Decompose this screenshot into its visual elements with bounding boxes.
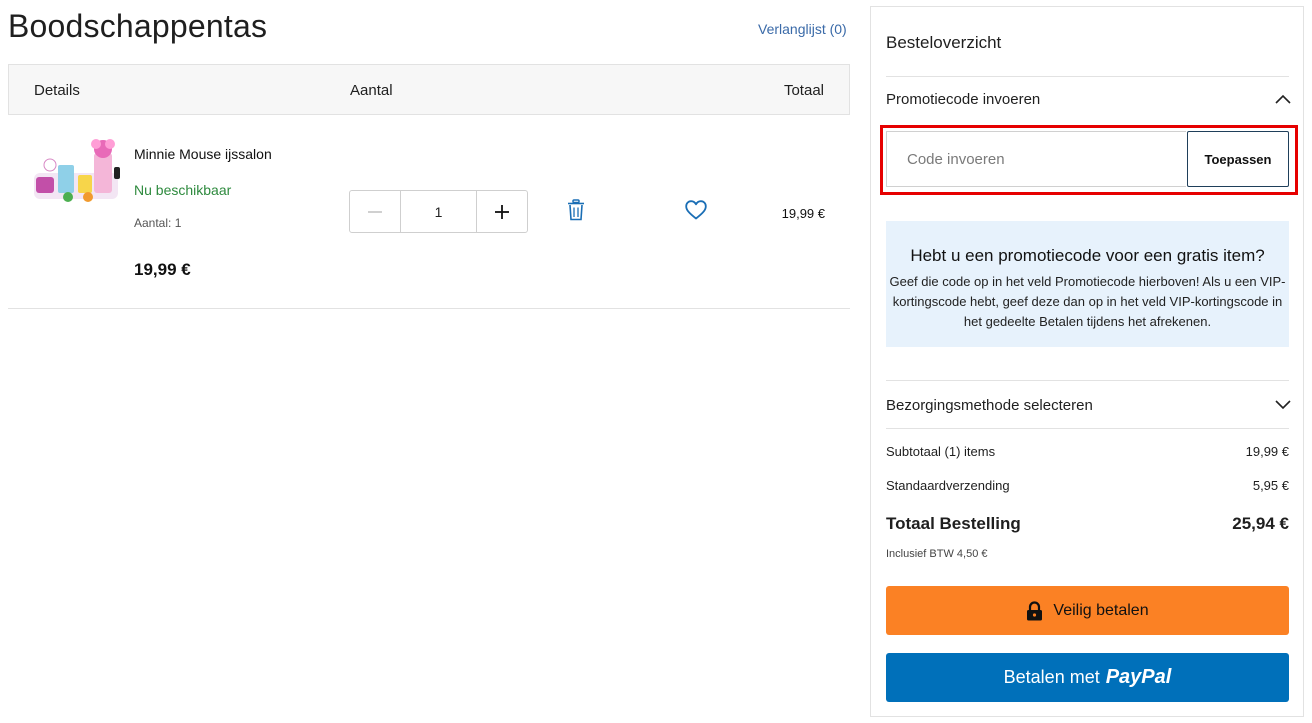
cart-item-row: Minnie Mouse ijssalon Nu beschikbaar Aan…: [8, 115, 850, 309]
delivery-method-toggle[interactable]: Bezorgingsmethode selecteren: [886, 397, 1093, 414]
wishlist-link[interactable]: Verlanglijst (0): [758, 21, 847, 37]
item-price: 19,99 €: [134, 260, 191, 279]
trash-icon[interactable]: [567, 199, 585, 221]
paypal-logo: PayPal: [1105, 666, 1172, 688]
column-header-quantity: Aantal: [350, 82, 393, 99]
row-total: 19,99 €: [781, 206, 825, 221]
order-total-line: Totaal Bestelling 25,94 €: [886, 514, 1289, 534]
divider: [886, 76, 1289, 77]
vat-note: Inclusief BTW 4,50 €: [886, 548, 988, 560]
subtotal-label: Subtotaal (1) items: [886, 444, 996, 459]
divider: [886, 428, 1289, 429]
secure-checkout-label: Veilig betalen: [1053, 601, 1149, 619]
chevron-down-icon[interactable]: [1275, 400, 1291, 410]
info-title: Hebt u een promotiecode voor een gratis …: [910, 246, 1265, 265]
shipping-value: 5,95 €: [1252, 478, 1289, 493]
heart-icon[interactable]: [685, 200, 707, 220]
plus-icon: [495, 204, 509, 219]
lock-icon: [1027, 600, 1043, 620]
column-header-details: Details: [34, 82, 80, 99]
promo-info-box: Hebt u een promotiecode voor een gratis …: [886, 221, 1289, 347]
order-total-label: Totaal Bestelling: [886, 514, 1021, 533]
quantity-value[interactable]: 1: [401, 191, 476, 232]
cart-table-header: Details Aantal Totaal: [8, 64, 850, 115]
promo-code-input[interactable]: [886, 131, 1186, 187]
promo-code-toggle[interactable]: Promotiecode invoeren: [886, 91, 1040, 108]
subtotal-value: 19,99 €: [1245, 444, 1289, 459]
item-quantity-label: Aantal: 1: [134, 216, 182, 230]
quantity-stepper: 1: [349, 190, 528, 233]
info-text: Geef die code op in het veld Promotiecod…: [889, 274, 1286, 329]
increase-quantity-button[interactable]: [476, 191, 527, 232]
paypal-checkout-button[interactable]: Betalen met PayPal: [886, 653, 1289, 702]
order-summary-panel: Besteloverzicht Promotiecode invoeren To…: [870, 6, 1304, 717]
apply-promo-button[interactable]: Toepassen: [1187, 131, 1289, 187]
chevron-up-icon[interactable]: [1275, 94, 1291, 104]
order-total-value: 25,94 €: [1232, 514, 1289, 533]
availability-status: Nu beschikbaar: [134, 182, 232, 198]
divider: [886, 380, 1289, 381]
shipping-label: Standaardverzending: [886, 478, 1010, 493]
secure-checkout-button[interactable]: Veilig betalen: [886, 586, 1289, 635]
product-name[interactable]: Minnie Mouse ijssalon: [134, 146, 272, 162]
page-title: Boodschappentas: [8, 8, 268, 44]
decrease-quantity-button[interactable]: [350, 191, 401, 232]
shipping-line: Standaardverzending 5,95 €: [886, 478, 1289, 493]
paypal-prefix: Betalen met: [1003, 667, 1100, 687]
summary-title: Besteloverzicht: [886, 33, 1002, 52]
product-image[interactable]: [30, 135, 122, 207]
minus-icon: [368, 210, 382, 213]
subtotal-line: Subtotaal (1) items 19,99 €: [886, 444, 1289, 459]
column-header-total: Totaal: [783, 82, 824, 99]
